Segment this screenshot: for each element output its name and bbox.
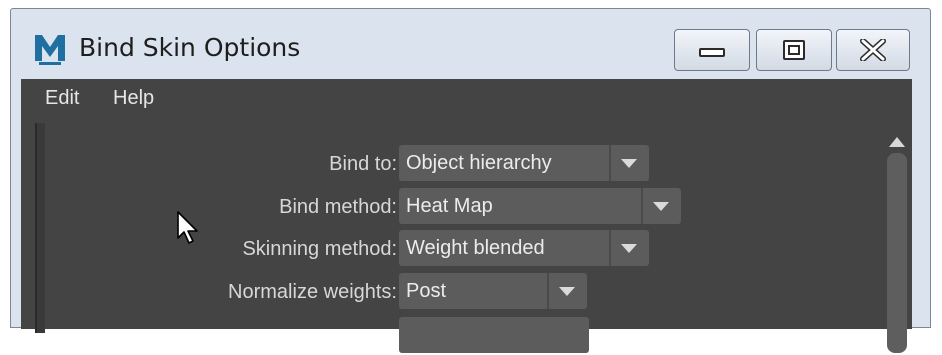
window-client-area: Edit Help Bind to: Object hierarchy Bind… bbox=[21, 79, 912, 353]
maximize-icon bbox=[783, 40, 805, 60]
collapsible-frame-edge bbox=[35, 123, 45, 333]
normalize-weights-value: Post bbox=[406, 280, 447, 302]
normalize-weights-label: Normalize weights: bbox=[228, 281, 397, 303]
chevron-down-icon bbox=[559, 287, 575, 296]
bind-skin-options-window: Bind Skin Options Edit Help Bind to: Obj… bbox=[10, 8, 931, 353]
menu-bar: Edit Help bbox=[21, 79, 912, 121]
dropdown-separator bbox=[609, 230, 611, 266]
bind-method-dropdown[interactable]: Heat Map bbox=[399, 188, 681, 224]
scrollbar-thumb[interactable] bbox=[887, 153, 907, 353]
option-row-skinning-method: Skinning method: Weight blended bbox=[45, 230, 875, 268]
bind-method-value: Heat Map bbox=[406, 195, 493, 217]
bind-method-label: Bind method: bbox=[279, 196, 397, 218]
chevron-down-icon bbox=[621, 244, 637, 253]
menu-edit[interactable]: Edit bbox=[45, 87, 79, 110]
maximize-button[interactable] bbox=[756, 29, 832, 71]
normalize-weights-dropdown[interactable]: Post bbox=[399, 273, 587, 309]
dropdown-separator bbox=[547, 273, 549, 309]
minimize-icon bbox=[699, 48, 725, 57]
bind-to-value: Object hierarchy bbox=[406, 152, 552, 174]
options-form: Bind to: Object hierarchy Bind method: H… bbox=[45, 123, 875, 353]
title-bar[interactable]: Bind Skin Options bbox=[11, 9, 930, 79]
scroll-up-arrow-icon[interactable] bbox=[889, 137, 905, 147]
option-row-normalize-weights: Normalize weights: Post bbox=[45, 273, 875, 311]
option-row-bind-to: Bind to: Object hierarchy bbox=[45, 145, 875, 183]
skinning-method-value: Weight blended bbox=[406, 237, 545, 259]
skinning-method-dropdown[interactable]: Weight blended bbox=[399, 230, 649, 266]
option-row-next bbox=[45, 317, 875, 355]
close-icon bbox=[860, 39, 886, 61]
vertical-scrollbar[interactable] bbox=[887, 137, 907, 353]
maya-logo-icon bbox=[35, 35, 65, 65]
close-button[interactable] bbox=[836, 29, 910, 71]
bind-to-dropdown[interactable]: Object hierarchy bbox=[399, 145, 649, 181]
minimize-button[interactable] bbox=[674, 29, 750, 71]
menu-help[interactable]: Help bbox=[113, 87, 154, 110]
skinning-method-label: Skinning method: bbox=[242, 238, 397, 260]
dropdown-separator bbox=[641, 188, 643, 224]
chevron-down-icon bbox=[653, 202, 669, 211]
mouse-cursor-icon bbox=[177, 211, 198, 244]
window-title: Bind Skin Options bbox=[79, 33, 301, 62]
chevron-down-icon bbox=[621, 159, 637, 168]
option-row-bind-method: Bind method: Heat Map bbox=[45, 188, 875, 226]
dropdown-separator bbox=[609, 145, 611, 181]
bind-to-label: Bind to: bbox=[329, 153, 397, 175]
next-option-dropdown[interactable] bbox=[399, 317, 589, 353]
